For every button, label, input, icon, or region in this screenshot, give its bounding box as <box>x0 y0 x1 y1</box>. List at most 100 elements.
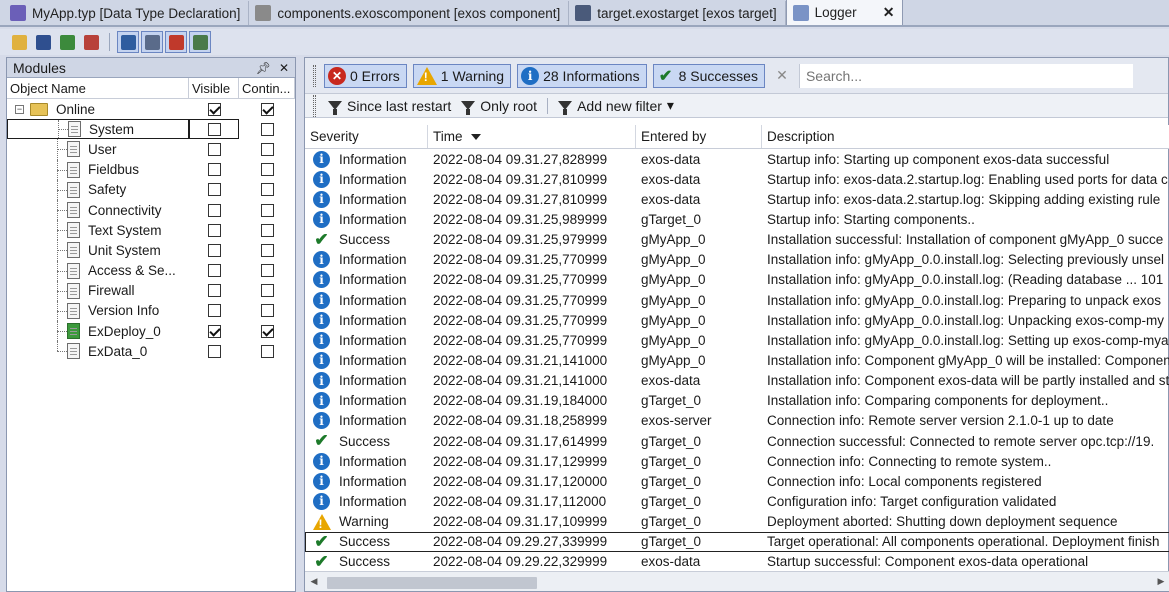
tree-item-unit-system[interactable]: Unit System <box>7 240 295 261</box>
log-row[interactable]: i Information 2022-08-04 09.31.27,810999 ex… <box>305 189 1169 209</box>
log-row[interactable]: i Information 2022-08-04 09.31.21,141000 gM… <box>305 350 1169 370</box>
tree-item-access-se[interactable]: Access & Se... <box>7 260 295 281</box>
continuous-checkbox[interactable] <box>260 344 274 358</box>
scrollbar-thumb[interactable] <box>327 576 537 589</box>
visible-checkbox[interactable] <box>207 304 221 318</box>
log-row[interactable]: ✔ Success 2022-08-04 09.31.25,979999 gMyApp… <box>305 230 1169 250</box>
column-header-description[interactable]: Description <box>762 125 1169 148</box>
log-row[interactable]: i Information 2022-08-04 09.31.25,770999 gM… <box>305 330 1169 350</box>
close-icon[interactable]: ✕ <box>279 61 289 75</box>
log-row[interactable]: ✔ Success 2022-08-04 09.29.27,339999 gTarge… <box>305 531 1169 552</box>
informations-filter-button[interactable]: i 28 Informations <box>517 63 647 88</box>
continuous-checkbox[interactable] <box>260 183 274 197</box>
visible-checkbox[interactable] <box>207 203 221 217</box>
visible-checkbox[interactable] <box>207 142 221 156</box>
log-row[interactable]: ✔ Success 2022-08-04 09.31.17,614999 gTarge… <box>305 431 1169 451</box>
scroll-right-icon[interactable]: ▶ <box>1152 573 1169 591</box>
column-header-time[interactable]: Time <box>428 125 636 148</box>
log-row[interactable]: i Information 2022-08-04 09.31.17,129999 gT… <box>305 451 1169 471</box>
log-row[interactable]: i Information 2022-08-04 09.31.25,989999 gT… <box>305 209 1169 229</box>
log-row[interactable]: i Information 2022-08-04 09.31.17,120000 gT… <box>305 471 1169 491</box>
tab-components-exoscomponent[interactable]: components.exoscomponent [exos component… <box>249 1 570 25</box>
collapse-icon[interactable]: − <box>15 104 24 114</box>
properties-button[interactable] <box>189 31 211 53</box>
toolbar-grip[interactable] <box>313 64 316 87</box>
pin-icon[interactable]: 📌︎ <box>256 61 271 75</box>
scroll-left-icon[interactable]: ◀ <box>305 573 323 591</box>
log-row[interactable]: i Information 2022-08-04 09.31.18,258999 ex… <box>305 411 1169 431</box>
continuous-checkbox[interactable] <box>260 223 274 237</box>
horizontal-scrollbar[interactable]: ◀ ▶ <box>305 571 1169 591</box>
save-button[interactable] <box>32 31 54 53</box>
column-header-visible[interactable]: Visible <box>189 78 239 98</box>
log-row[interactable]: i Information 2022-08-04 09.31.25,770999 gM… <box>305 310 1169 330</box>
tree-item-version-info[interactable]: Version Info <box>7 300 295 322</box>
tree-view-button[interactable] <box>117 31 139 53</box>
continuous-checkbox[interactable] <box>260 264 274 278</box>
continuous-checkbox[interactable] <box>260 324 274 338</box>
since-last-restart-button[interactable]: Since last restart <box>328 98 451 115</box>
visible-checkbox[interactable] <box>207 122 221 136</box>
log-row[interactable]: i Information 2022-08-04 09.31.27,828999 ex… <box>305 149 1169 169</box>
tree-item-safety[interactable]: Safety <box>7 179 295 200</box>
visible-checkbox[interactable] <box>207 243 221 257</box>
tab-logger[interactable]: Logger ✕ <box>785 0 904 25</box>
column-header-severity[interactable]: Severity <box>305 125 428 148</box>
successes-filter-button[interactable]: ✔ 8 Successes <box>652 63 765 88</box>
errors-filter-button[interactable]: ✕ 0 Errors <box>324 63 407 88</box>
log-row[interactable]: i Information 2022-08-04 09.31.25,770999 gM… <box>305 290 1169 310</box>
log-row[interactable]: i Information 2022-08-04 09.31.17,112000 gT… <box>305 491 1169 511</box>
visible-checkbox[interactable] <box>207 264 221 278</box>
clear-filter-icon[interactable]: ✕ <box>771 65 793 87</box>
log-row[interactable]: ✔ Success 2022-08-04 09.29.22,329999 exos-d… <box>305 552 1169 571</box>
continuous-checkbox[interactable] <box>260 203 274 217</box>
visible-checkbox[interactable] <box>207 183 221 197</box>
transfer-button[interactable] <box>165 31 187 53</box>
import-button[interactable] <box>56 31 78 53</box>
tree-item-exdata-0[interactable]: ExData_0 <box>7 341 295 361</box>
continuous-checkbox[interactable] <box>260 284 274 298</box>
close-icon[interactable]: ✕ <box>883 4 895 21</box>
tree-item-text-system[interactable]: Text System <box>7 220 295 241</box>
visible-checkbox[interactable] <box>207 344 221 358</box>
tree-item-connectivity[interactable]: Connectivity <box>7 199 295 221</box>
delete-button[interactable] <box>80 31 102 53</box>
search-input[interactable] <box>805 67 1133 84</box>
time-cell: 2022-08-04 09.31.27,828999 <box>433 151 608 167</box>
continuous-checkbox[interactable] <box>260 122 274 136</box>
continuous-checkbox[interactable] <box>260 142 274 156</box>
continuous-checkbox[interactable] <box>260 304 274 318</box>
only-root-button[interactable]: Only root <box>461 98 537 115</box>
visible-checkbox[interactable] <box>207 324 221 338</box>
toolbar-grip[interactable] <box>313 94 316 117</box>
column-header-object-name[interactable]: Object Name <box>7 78 189 98</box>
tab-myapp-typ[interactable]: MyApp.typ [Data Type Declaration] <box>4 1 250 25</box>
log-row[interactable]: i Information 2022-08-04 09.31.25,770999 gM… <box>305 250 1169 270</box>
tree-item-online[interactable]: − Online <box>7 99 295 119</box>
continuous-checkbox[interactable] <box>260 163 274 177</box>
visible-checkbox[interactable] <box>207 223 221 237</box>
tree-item-user[interactable]: User <box>7 139 295 160</box>
log-row[interactable]: i Information 2022-08-04 09.31.27,810999 ex… <box>305 169 1169 189</box>
column-header-entered-by[interactable]: Entered by <box>636 125 762 148</box>
add-new-filter-dropdown[interactable]: Add new filter ▾ <box>558 97 674 115</box>
continuous-checkbox[interactable] <box>260 102 274 116</box>
tab-target-exostarget[interactable]: target.exostarget [exos target] <box>569 1 786 25</box>
log-row[interactable]: i Information 2022-08-04 09.31.25,770999 gM… <box>305 270 1169 290</box>
tree-item-firewall[interactable]: Firewall <box>7 280 295 301</box>
visible-checkbox[interactable] <box>207 284 221 298</box>
column-header-continuous[interactable]: Contin... <box>239 78 295 98</box>
visible-checkbox[interactable] <box>207 102 221 116</box>
zoom-button[interactable] <box>141 31 163 53</box>
log-row[interactable]: i Information 2022-08-04 09.31.19,184000 gT… <box>305 391 1169 411</box>
tree-item-exdeploy-0[interactable]: ExDeploy_0 <box>7 321 295 342</box>
warnings-filter-button[interactable]: 1 Warning <box>412 63 512 88</box>
tree-item-system[interactable]: System <box>7 119 295 140</box>
tree-item-fieldbus[interactable]: Fieldbus <box>7 159 295 180</box>
visible-checkbox[interactable] <box>207 163 221 177</box>
scrollbar-track[interactable] <box>323 575 1152 589</box>
log-row[interactable]: Warning 2022-08-04 09.31.17,109999 gTarget… <box>305 512 1169 532</box>
log-row[interactable]: i Information 2022-08-04 09.31.21,141000 ex… <box>305 371 1169 391</box>
open-button[interactable] <box>8 31 30 53</box>
continuous-checkbox[interactable] <box>260 243 274 257</box>
